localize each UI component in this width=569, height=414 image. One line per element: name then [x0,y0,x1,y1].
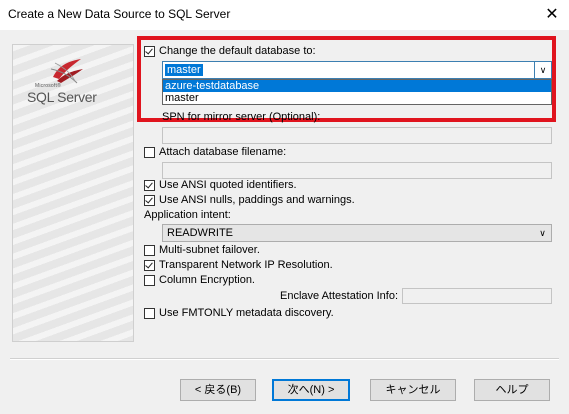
window-title: Create a New Data Source to SQL Server [8,7,231,21]
fmtonly-label: Use FMTONLY metadata discovery. [159,307,334,319]
chevron-down-icon[interactable]: ∨ [534,225,551,241]
red-highlight-box [137,36,556,122]
column-encryption-label: Column Encryption. [159,274,255,286]
transparent-ip-checkbox[interactable] [144,260,155,271]
close-icon[interactable]: ✕ [540,3,564,27]
spn-label: SPN for mirror server (Optional): [162,111,321,123]
sql-server-mark-icon [50,59,83,84]
sql-server-logo: Microsoft® SQL Server [19,55,123,115]
help-button[interactable]: ヘルプ [474,379,550,401]
attach-db-checkbox[interactable] [144,147,155,158]
ansi-nulls-label: Use ANSI nulls, paddings and warnings. [159,194,355,206]
ansi-quoted-label: Use ANSI quoted identifiers. [159,179,297,191]
enclave-input[interactable] [402,288,552,304]
back-button[interactable]: < 戻る(B) [180,379,256,401]
ansi-quoted-checkbox[interactable] [144,180,155,191]
app-intent-combobox[interactable]: READWRITE ∨ [162,224,552,242]
multi-subnet-checkbox[interactable] [144,245,155,256]
cancel-button[interactable]: キャンセル [370,379,456,401]
enclave-label: Enclave Attestation Info: [280,290,399,302]
attach-db-input[interactable] [162,162,552,179]
divider [10,358,559,360]
app-intent-value: READWRITE [167,227,233,239]
spn-input[interactable] [162,127,552,144]
fmtonly-checkbox[interactable] [144,308,155,319]
multi-subnet-label: Multi-subnet failover. [159,244,260,256]
column-encryption-checkbox[interactable] [144,275,155,286]
logo-sql-server-text: SQL Server [27,89,97,105]
side-banner: Microsoft® SQL Server [12,44,134,342]
transparent-ip-label: Transparent Network IP Resolution. [159,259,333,271]
ansi-nulls-checkbox[interactable] [144,195,155,206]
next-button[interactable]: 次へ(N) > [272,379,350,401]
attach-db-label: Attach database filename: [159,146,287,158]
app-intent-label: Application intent: [144,209,231,221]
